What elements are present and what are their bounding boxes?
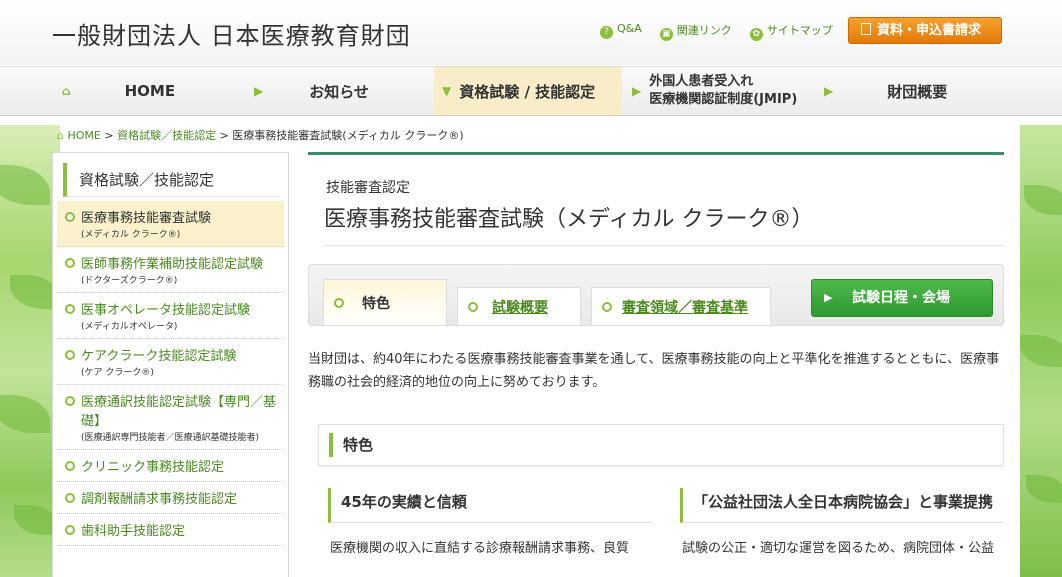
tab-criteria[interactable]: 審査領域／審査基準 xyxy=(591,287,771,325)
sidebar-item-clinic-office[interactable]: クリニック事務技能認定 xyxy=(57,450,284,482)
sidebar-item-label: クリニック事務技能認定 xyxy=(81,460,225,475)
sidebar-item-sub: (メディカル クラーク®) xyxy=(81,230,181,240)
decorative-leaves-right xyxy=(1020,125,1062,577)
sitemap-icon: ✿ xyxy=(749,28,763,41)
link-icon: ▣ xyxy=(659,28,673,41)
qa-link[interactable]: ? Q&A xyxy=(600,22,642,41)
nav-home-label: HOME xyxy=(124,82,176,100)
chevron-right-icon: ▶ xyxy=(632,84,642,98)
sidebar-item-label: 医師事務作業補助技能認定試験 xyxy=(81,257,264,272)
breadcrumb-current: 医療事務技能審査試験(メディカル クラーク®) xyxy=(232,129,464,142)
chevron-right-icon xyxy=(602,301,612,312)
sidebar-item-sub: (ドクターズクラーク®) xyxy=(81,276,178,286)
qa-link-label: Q&A xyxy=(617,22,642,35)
related-links-label: 関連リンク xyxy=(676,24,732,37)
nav-jmip-line1: 外国人患者受入れ xyxy=(649,74,754,89)
breadcrumb-separator: > xyxy=(219,129,229,142)
nav-home[interactable]: ⌂ HOME xyxy=(56,67,236,115)
section-title: 特色 xyxy=(329,433,373,457)
chevron-right-icon: ▶ xyxy=(824,84,834,98)
sidebar-item-label: 歯科助手技能認定 xyxy=(81,524,186,539)
sidebar-item-sub: (医療通訳専門技能者／医療通訳基礎技能者) xyxy=(81,433,260,443)
sidebar-item-label: 医療通訳技能認定試験【専門／基礎】 xyxy=(81,395,277,429)
sidebar-item-dental-assistant[interactable]: 歯科助手技能認定 xyxy=(57,514,284,546)
sidebar-item-label: 調剤報酬請求事務技能認定 xyxy=(81,492,238,507)
exam-schedule-label: 試験日程・会場 xyxy=(852,290,950,306)
page-title: 医療事務技能審査試験（メディカル クラーク®） xyxy=(324,201,1004,246)
nav-news[interactable]: ▶ お知らせ xyxy=(248,67,428,115)
section-heading: 特色 xyxy=(318,424,1004,466)
nav-exam-label: 資格試験 / 技能認定 xyxy=(459,82,596,101)
nav-jmip[interactable]: ▶ 外国人患者受入れ医療機関認証制度(JMIP) xyxy=(626,67,814,115)
sidebar-item-label: 医療事務技能審査試験 xyxy=(81,211,212,226)
decorative-leaves-left xyxy=(0,125,60,577)
title-top-rule xyxy=(308,152,1004,155)
sitemap-label: サイトマップ xyxy=(766,24,833,37)
breadcrumb-separator: > xyxy=(104,129,114,142)
feature-column-1: 45年の実績と信頼 医療機関の収入に直結する診療報酬請求事務、良質 xyxy=(318,488,652,556)
site-logo[interactable]: 一般財団法人 日本医療教育財団 xyxy=(52,16,411,51)
feature-1-text: 医療機関の収入に直結する診療報酬請求事務、良質 xyxy=(330,541,630,556)
tab-overview-label: 試験概要 xyxy=(492,299,548,316)
nav-news-label: お知らせ xyxy=(309,82,369,101)
page-category: 技能審査認定 xyxy=(326,180,410,196)
sidebar-item-sub: (メディカルオペレータ) xyxy=(81,322,178,332)
chevron-right-icon xyxy=(468,301,478,312)
feature-1-title: 45年の実績と信頼 xyxy=(328,488,652,523)
sidebar-item-care-clerk[interactable]: ケアクラーク技能認定試験 (ケア クラーク®) xyxy=(57,339,284,385)
document-icon xyxy=(861,23,871,35)
intro-text: 当財団は、約40年にわたる医療事務技能審査事業を通して、医療事務技能の向上と平準… xyxy=(308,352,1000,390)
sidebar-item-label: ケアクラーク技能認定試験 xyxy=(81,349,237,364)
tab-features[interactable]: 特色 xyxy=(323,279,447,325)
sidebar-item-medical-operator[interactable]: 医事オペレータ技能認定試験 (メディカルオペレータ) xyxy=(57,293,284,339)
tab-criteria-label: 審査領域／審査基準 xyxy=(622,299,748,316)
tab-overview[interactable]: 試験概要 xyxy=(457,287,581,325)
sidebar-item-medical-interpreter[interactable]: 医療通訳技能認定試験【専門／基礎】 (医療通訳専門技能者／医療通訳基礎技能者) xyxy=(57,385,284,450)
question-icon: ? xyxy=(600,26,613,39)
sidebar-item-doctors-clerk[interactable]: 医師事務作業補助技能認定試験 (ドクターズクラーク®) xyxy=(57,247,284,293)
tab-features-label: 特色 xyxy=(362,295,390,312)
related-links-link[interactable]: ▣ 関連リンク xyxy=(659,22,732,41)
exam-schedule-button[interactable]: ▶ 試験日程・会場 xyxy=(811,279,993,317)
request-materials-button[interactable]: 資料・申込書請求 xyxy=(848,17,1002,44)
feature-2-title: 「公益社団法人全日本病院協会」と事業提携 xyxy=(680,488,1004,523)
sitemap-link[interactable]: ✿ サイトマップ xyxy=(749,22,833,41)
breadcrumb-home[interactable]: HOME xyxy=(67,129,100,142)
chevron-down-icon: ▼ xyxy=(442,84,452,98)
feature-2-text: 試験の公正・適切な運営を図るため、病院団体・公益 xyxy=(682,541,995,556)
nav-jmip-line2: 医療機関認証制度(JMIP) xyxy=(649,92,798,107)
nav-jmip-label: 外国人患者受入れ医療機関認証制度(JMIP) xyxy=(649,73,797,109)
header-links: ? Q&A ▣ 関連リンク ✿ サイトマップ xyxy=(600,22,833,41)
sidebar-item-label: 医事オペレータ技能認定試験 xyxy=(81,303,251,318)
sidebar-item-sub: (ケア クラーク®) xyxy=(81,368,154,378)
chevron-down-icon xyxy=(334,297,344,308)
sidebar-title: 資格試験／技能認定 xyxy=(63,163,278,197)
site-header: 一般財団法人 日本医療教育財団 ? Q&A ▣ 関連リンク ✿ サイトマップ 資料・申… xyxy=(0,0,1062,65)
tab-bar: 特色 試験概要 審査領域／審査基準 ▶ 試験日程・会場 xyxy=(308,264,1004,326)
breadcrumb-exam[interactable]: 資格試験／技能認定 xyxy=(117,129,216,142)
request-materials-label: 資料・申込書請求 xyxy=(877,23,982,38)
home-icon: ⌂ xyxy=(62,84,71,98)
global-nav: ⌂ HOME ▶ お知らせ ▼ 資格試験 / 技能認定 ▶ 外国人患者受入れ医療機関認証… xyxy=(0,66,1062,116)
sidebar-item-dispensing-claims[interactable]: 調剤報酬請求事務技能認定 xyxy=(57,482,284,514)
sidebar: 資格試験／技能認定 医療事務技能審査試験 (メディカル クラーク®) 医師事務作業… xyxy=(52,152,289,577)
sidebar-item-medical-clerk[interactable]: 医療事務技能審査試験 (メディカル クラーク®) xyxy=(57,201,284,247)
home-icon: ⌂ xyxy=(57,129,64,142)
nav-about[interactable]: ▶ 財団概要 xyxy=(818,67,1004,115)
nav-exam[interactable]: ▼ 資格試験 / 技能認定 xyxy=(434,67,622,115)
breadcrumb: ⌂ HOME > 資格試験／技能認定 > 医療事務技能審査試験(メディカル クラ… xyxy=(57,127,464,143)
nav-about-label: 財団概要 xyxy=(887,82,948,101)
arrow-right-icon: ▶ xyxy=(824,291,833,304)
feature-column-2: 「公益社団法人全日本病院協会」と事業提携 試験の公正・適切な運営を図るため、病院… xyxy=(670,488,1004,556)
main-content: 技能審査認定 医療事務技能審査試験（メディカル クラーク®） 特色 試験概要 審… xyxy=(308,152,1004,577)
chevron-right-icon: ▶ xyxy=(254,84,264,98)
